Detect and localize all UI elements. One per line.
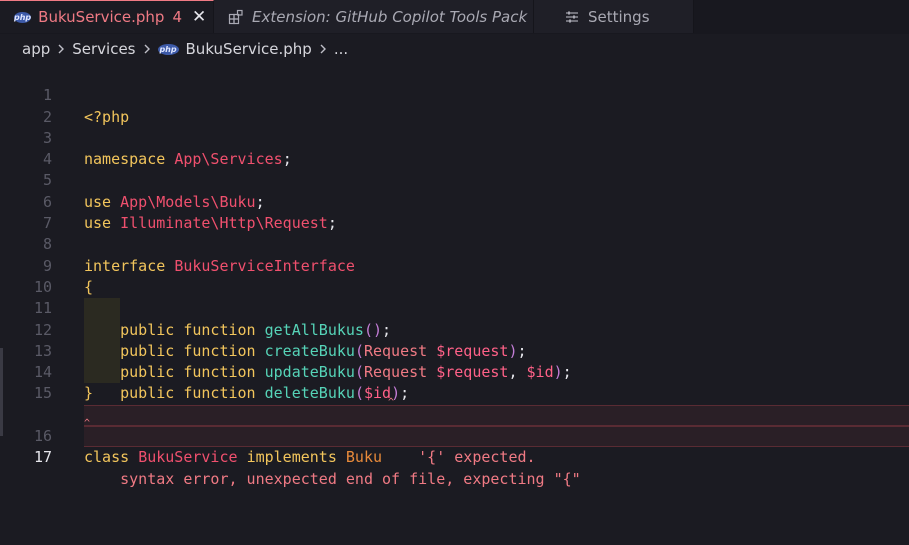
settings-sliders-icon: [564, 9, 580, 25]
problems-badge: 4: [172, 8, 182, 26]
inline-error-message: '{' expected.: [418, 448, 536, 467]
chevron-right-icon: [318, 43, 328, 55]
code-line: 6 use Illuminate\Http\Request;: [0, 171, 909, 232]
inline-error-message: syntax error, unexpected end of file, ex…: [120, 469, 581, 488]
editor-tab-bar: php BukuService.php 4 ✕ Extension: GitHu…: [0, 0, 909, 34]
php-file-icon: php: [157, 43, 179, 55]
code-line: 2: [0, 85, 909, 126]
breadcrumb: app Services php BukuService.php ...: [0, 34, 909, 64]
tab-label: Extension: GitHub Copilot Tools Pack: [252, 7, 528, 26]
keyword: implements: [246, 448, 337, 467]
breadcrumb-item-app[interactable]: app: [22, 40, 50, 58]
tab-label: BukuService.php: [38, 8, 165, 26]
code-line-error: 16 class BukuService implements Buku '{'…: [0, 384, 909, 466]
breadcrumb-item-symbol[interactable]: ...: [334, 40, 348, 58]
extensions-icon: [228, 9, 244, 25]
php-file-icon: php: [14, 11, 32, 23]
close-icon[interactable]: ✕: [192, 7, 206, 27]
breadcrumb-item-services[interactable]: Services: [72, 40, 135, 58]
code-editor[interactable]: 1 <?php 2 3 namespace App\Services; 4 5 …: [0, 64, 909, 545]
code-line: 13 public function deleteBuku($id);: [0, 320, 909, 403]
code-line: 9 {: [0, 234, 909, 296]
chevron-right-icon: [56, 43, 66, 55]
code-line-error: 17 syntax error, unexpected end of file,…: [0, 405, 909, 488]
code-line: 12 public function updateBuku(Request $r…: [0, 298, 909, 382]
tab-extension-copilot[interactable]: Extension: GitHub Copilot Tools Pack: [214, 0, 534, 33]
tab-bukuservice[interactable]: php BukuService.php 4 ✕: [0, 0, 214, 33]
code-line: 3 namespace App\Services;: [0, 107, 909, 168]
code-line: 8 interface BukuServiceInterface: [0, 213, 909, 274]
error-highlight: [84, 426, 909, 448]
error-squiggle-icon: ^: [84, 417, 91, 429]
breadcrumb-item-file[interactable]: BukuService.php: [186, 40, 312, 58]
chevron-right-icon: [142, 43, 152, 55]
class-name: BukuService: [138, 448, 238, 467]
keyword: class: [84, 448, 130, 467]
interface-reference: Buku: [345, 448, 383, 467]
code-line: 15: [0, 362, 909, 402]
code-line: 5 use App\Models\Buku;: [0, 149, 909, 210]
line-number: 17: [33, 448, 52, 467]
code-line: 1 <?php: [0, 64, 909, 125]
tab-bar-filler: [694, 0, 909, 34]
code-line: 11 public function createBuku(Request $r…: [0, 277, 909, 360]
code-line: 7: [0, 192, 909, 232]
tab-settings[interactable]: Settings: [534, 0, 694, 33]
code-line: 4: [0, 128, 909, 168]
tab-label: Settings: [588, 7, 650, 26]
code-line: 14 }: [0, 341, 909, 402]
code-line: 10 public function getAllBukus();: [0, 256, 909, 339]
